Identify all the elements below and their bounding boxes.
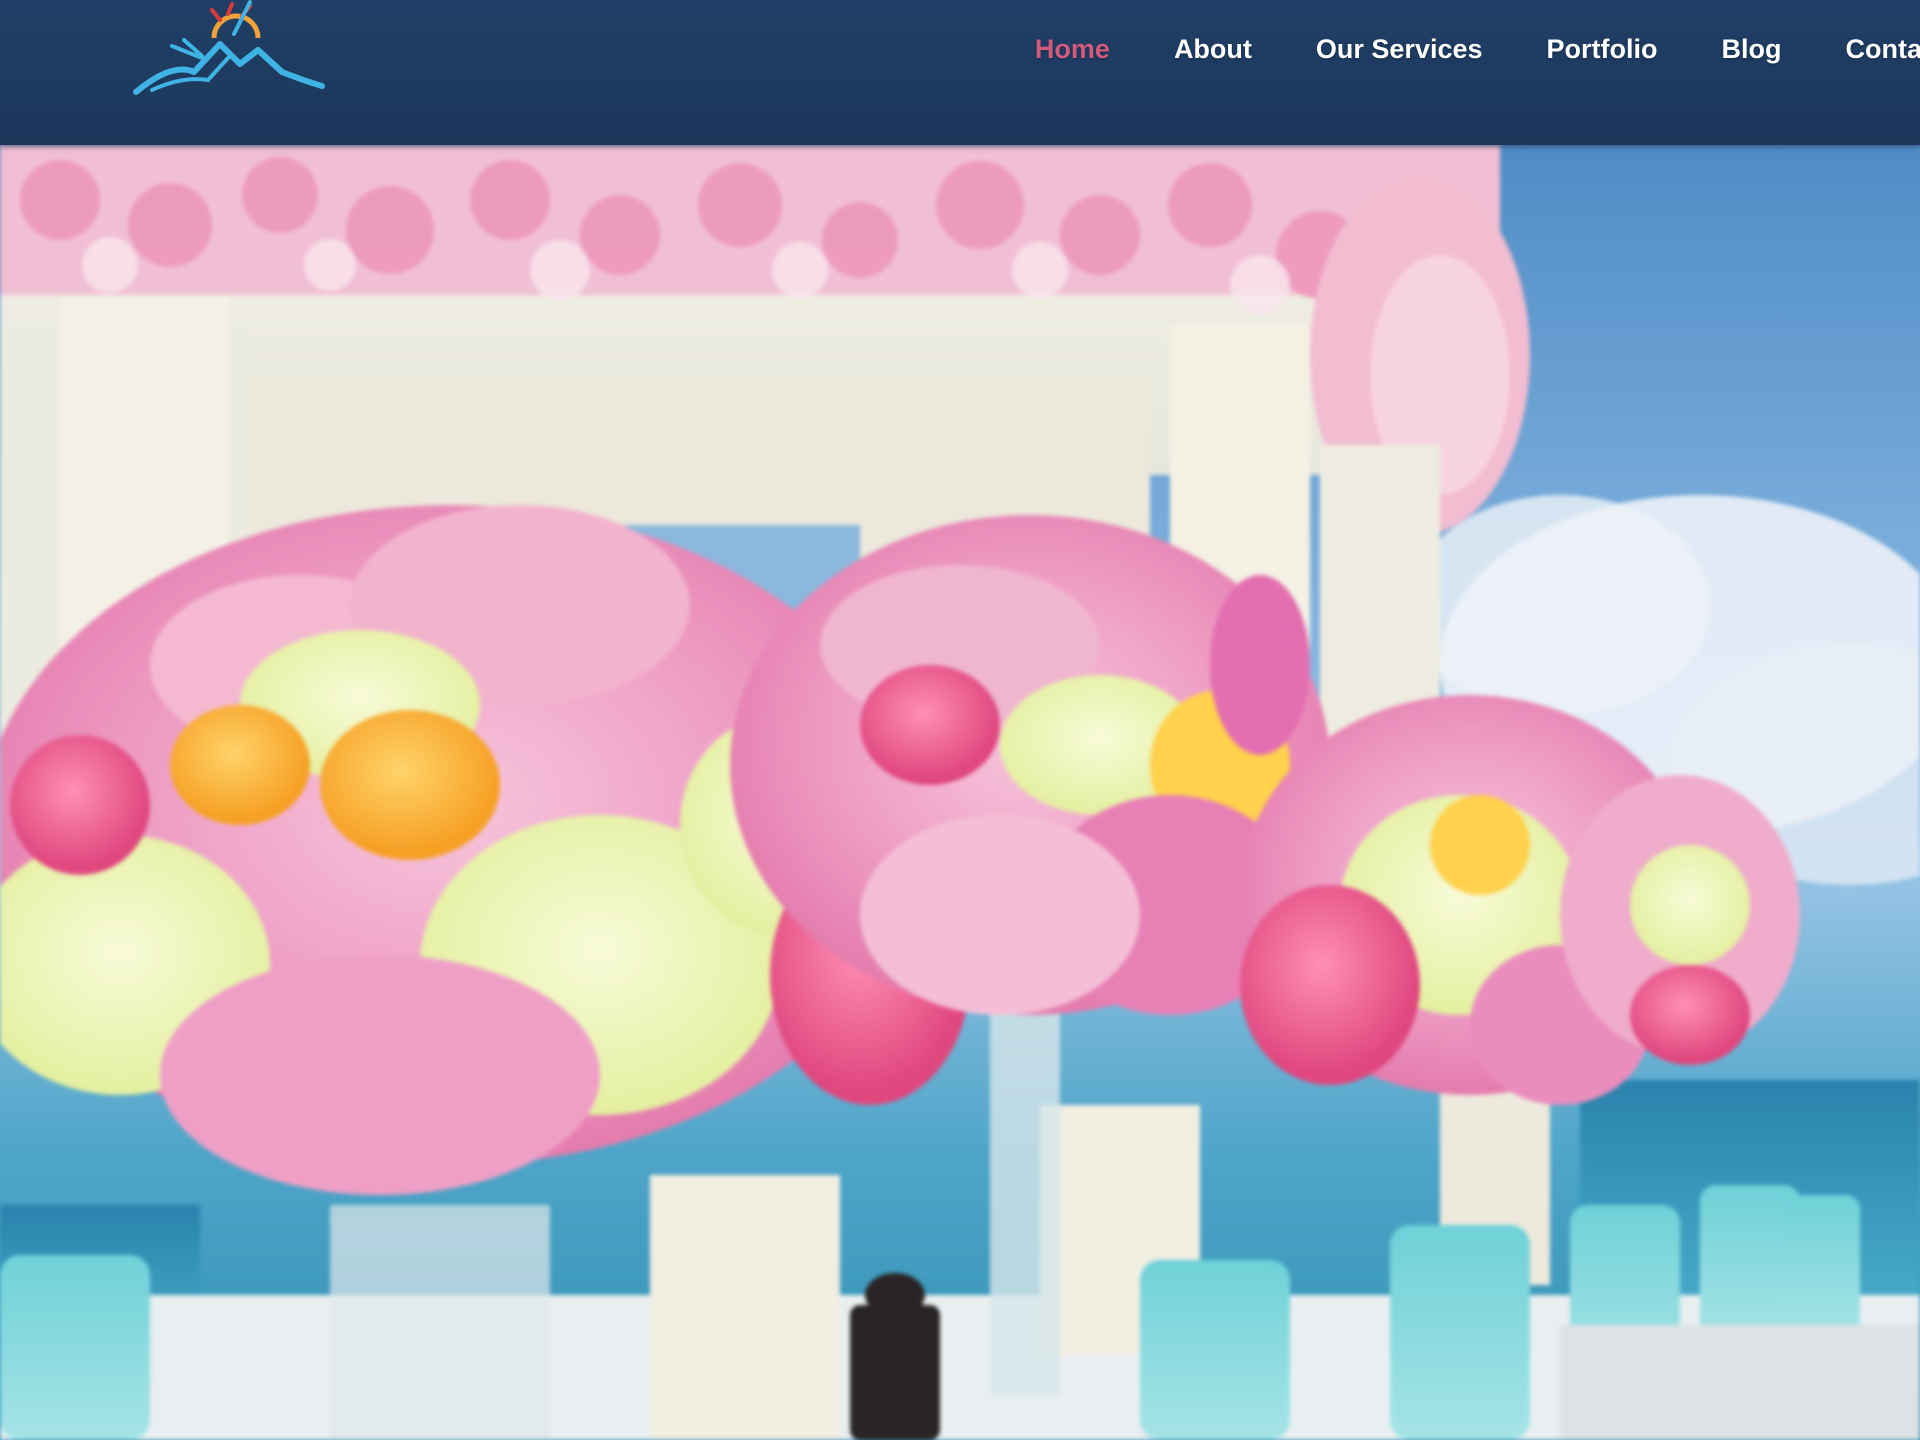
wedding-flower-arrangement-hero-image	[0, 145, 1920, 1440]
nav-our-services[interactable]: Our Services	[1316, 34, 1483, 65]
main-nav: Home About Our Services Portfolio Blog C…	[971, 24, 1920, 74]
page: Home About Our Services Portfolio Blog C…	[0, 0, 1920, 1440]
nav-portfolio[interactable]: Portfolio	[1547, 34, 1658, 65]
mountain-sun-logo-icon	[133, 0, 325, 95]
nav-home[interactable]: Home	[1035, 34, 1110, 65]
nav-about[interactable]: About	[1174, 34, 1252, 65]
site-header: Home About Our Services Portfolio Blog C…	[0, 0, 1920, 145]
nav-blog[interactable]: Blog	[1722, 34, 1782, 65]
hero-section	[0, 145, 1920, 1440]
nav-contact[interactable]: Contact	[1846, 34, 1920, 65]
site-logo[interactable]	[132, 0, 332, 100]
